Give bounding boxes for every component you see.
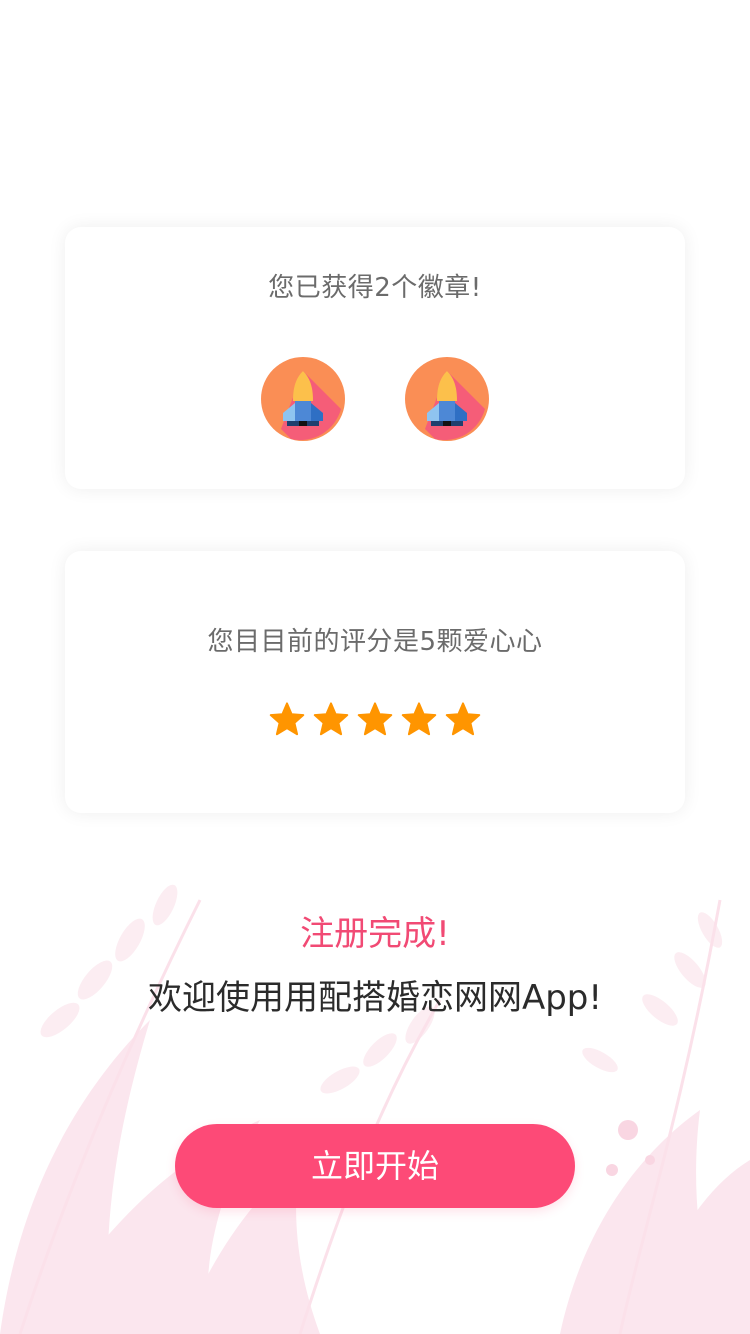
star-icon: [313, 702, 349, 736]
star-rating: [65, 701, 685, 739]
registration-complete-title: 注册完成!: [300, 914, 450, 954]
rating-card: 您目目前的评分是5颗爱心心: [65, 551, 685, 813]
star-icon: [357, 702, 393, 736]
badge-list: [65, 357, 685, 441]
rocket-badge-icon: [405, 357, 489, 441]
start-now-button[interactable]: 立即开始: [175, 1124, 575, 1208]
badges-card-title: 您已获得2个徽章!: [268, 273, 482, 303]
badges-card: 您已获得2个徽章!: [65, 227, 685, 489]
rocket-badge-icon: [261, 357, 345, 441]
star-icon: [269, 702, 305, 736]
welcome-message: 欢迎使用用配搭婚恋网网App!: [147, 978, 603, 1018]
star-icon: [401, 702, 437, 736]
star-icon: [445, 702, 481, 736]
rating-card-title: 您目目前的评分是5颗爱心心: [207, 627, 543, 657]
